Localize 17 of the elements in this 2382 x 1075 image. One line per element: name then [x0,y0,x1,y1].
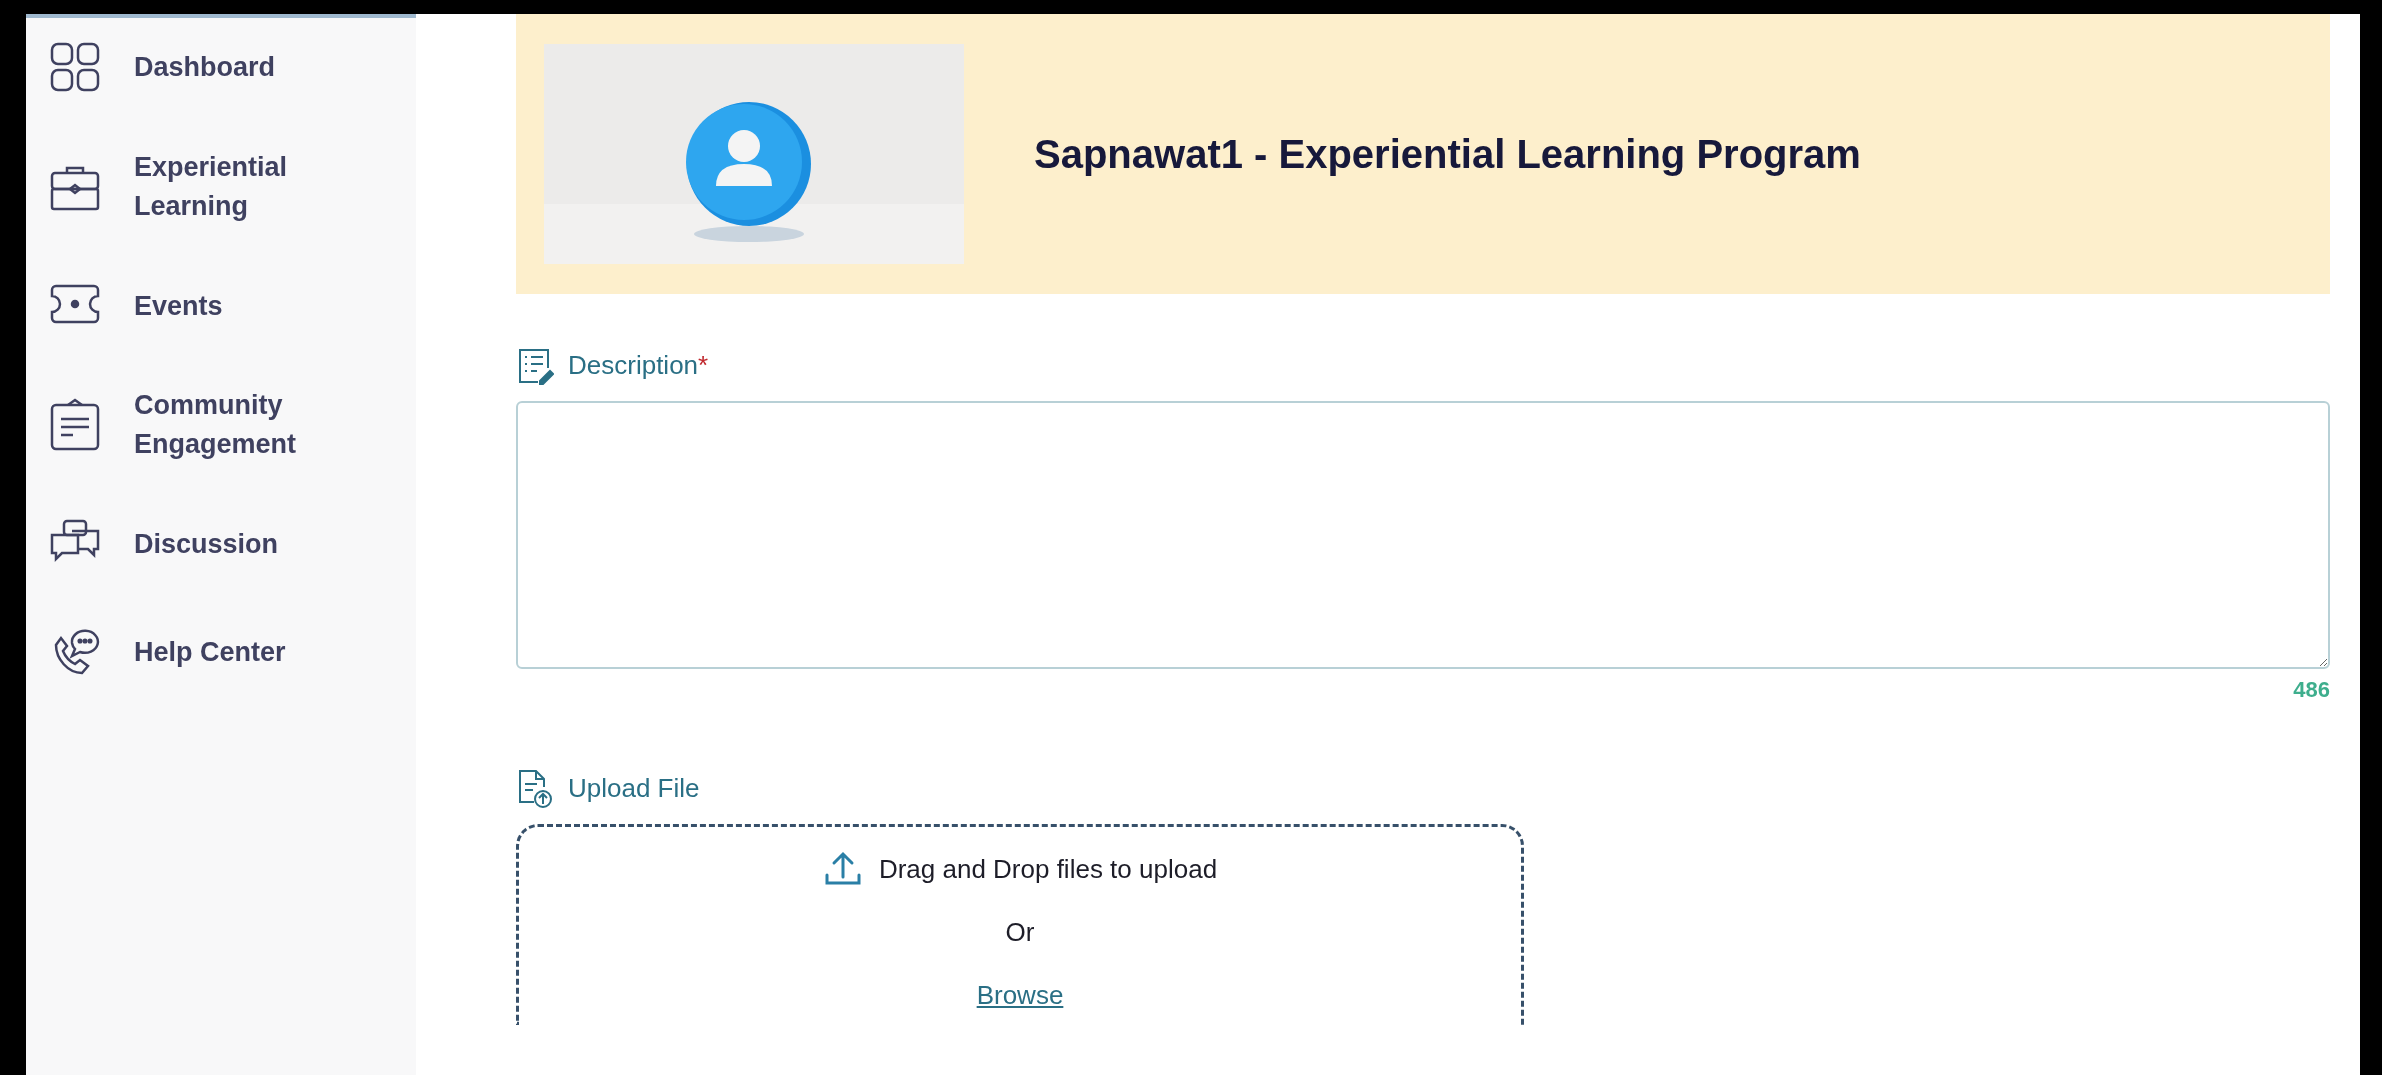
sidebar-item[interactable]: Dashboard [134,48,276,88]
edit-list-icon [516,346,554,385]
file-drop-zone[interactable]: Drag and Drop files to upload Or Browse [516,824,1524,1025]
description-field[interactable] [516,401,2330,669]
drop-prompt: Drag and Drop files to upload [878,852,1218,886]
browse-link[interactable]: Browse [976,980,1064,1010]
sidebar-item[interactable]: Discussion [134,525,279,565]
sidebar-item[interactable]: Events [134,286,223,326]
page-title: Sapnawat1 - Experiential Learning Program [1034,131,1861,178]
description-label: Description* [568,349,709,382]
sidebar-item[interactable]: Help Center [134,633,286,673]
sidebar-item[interactable]: Experiential Learning [134,148,364,227]
character-counter: 486 [2293,677,2330,702]
upload-label: Upload File [568,771,700,805]
file-upload-icon [516,768,554,808]
sidebar-item[interactable]: Community Engagement [134,386,364,465]
or-text: Or [1005,917,1035,947]
